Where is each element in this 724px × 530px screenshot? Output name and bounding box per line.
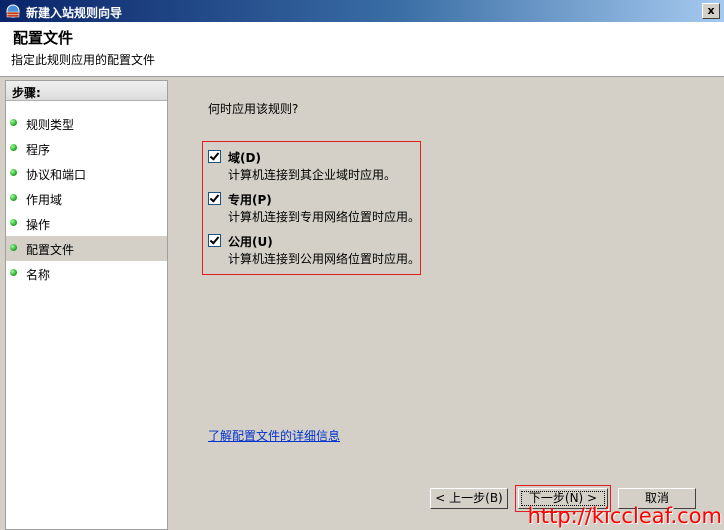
page-subtitle: 指定此规则应用的配置文件 (11, 53, 156, 67)
firewall-icon (5, 3, 21, 19)
main-panel: 何时应用该规则? 域(D) 计算机连接到其企业域时应用。 专用(P) 计算机连接… (170, 80, 724, 530)
sidebar-item-label: 规则类型 (26, 118, 75, 132)
steps-heading: 步骤: (6, 81, 167, 101)
sidebar-item-program[interactable]: 程序 (6, 136, 167, 161)
watermark: http://kiccleaf.com (527, 504, 722, 528)
public-checkbox[interactable] (208, 234, 221, 247)
learn-more-link[interactable]: 了解配置文件的详细信息 (208, 427, 340, 444)
sidebar-item-label: 配置文件 (26, 243, 75, 257)
sidebar-item-protocol-ports[interactable]: 协议和端口 (6, 161, 167, 186)
private-description: 计算机连接到专用网络位置时应用。 (228, 210, 421, 224)
title-bar: 新建入站规则向导 x (0, 0, 724, 22)
profile-options-highlight: 域(D) 计算机连接到其企业域时应用。 专用(P) 计算机连接到专用网络位置时应… (202, 141, 421, 275)
green-dot-icon (10, 144, 17, 151)
sidebar-item-scope[interactable]: 作用域 (6, 186, 167, 211)
green-dot-icon (10, 119, 17, 126)
sidebar-item-rule-type[interactable]: 规则类型 (6, 111, 167, 136)
green-dot-icon (10, 219, 17, 226)
sidebar-item-label: 协议和端口 (26, 168, 87, 182)
page-title: 配置文件 (13, 29, 74, 47)
green-dot-icon (10, 269, 17, 276)
sidebar-item-name[interactable]: 名称 (6, 261, 167, 286)
steps-sidebar: 步骤: 规则类型 程序 协议和端口 作用域 操作 配置文件 名称 (5, 80, 168, 530)
back-button[interactable]: < 上一步(B) (430, 488, 508, 509)
public-label: 公用(U) (228, 235, 273, 249)
sidebar-item-label: 作用域 (26, 193, 63, 207)
page-header: 配置文件 指定此规则应用的配置文件 (0, 22, 724, 77)
sidebar-item-action[interactable]: 操作 (6, 211, 167, 236)
private-label: 专用(P) (228, 193, 272, 207)
private-checkbox[interactable] (208, 192, 221, 205)
green-dot-icon (10, 194, 17, 201)
sidebar-item-label: 操作 (26, 218, 51, 232)
public-description: 计算机连接到公用网络位置时应用。 (228, 252, 421, 266)
domain-description: 计算机连接到其企业域时应用。 (228, 168, 397, 182)
question-label: 何时应用该规则? (208, 102, 299, 116)
domain-checkbox[interactable] (208, 150, 221, 163)
close-button[interactable]: x (702, 3, 720, 19)
sidebar-item-label: 程序 (26, 143, 51, 157)
green-dot-icon (10, 244, 17, 251)
sidebar-item-profile[interactable]: 配置文件 (6, 236, 167, 261)
window-title: 新建入站规则向导 (26, 6, 123, 20)
green-dot-icon (10, 169, 17, 176)
sidebar-item-label: 名称 (26, 268, 51, 282)
domain-label: 域(D) (228, 151, 261, 165)
